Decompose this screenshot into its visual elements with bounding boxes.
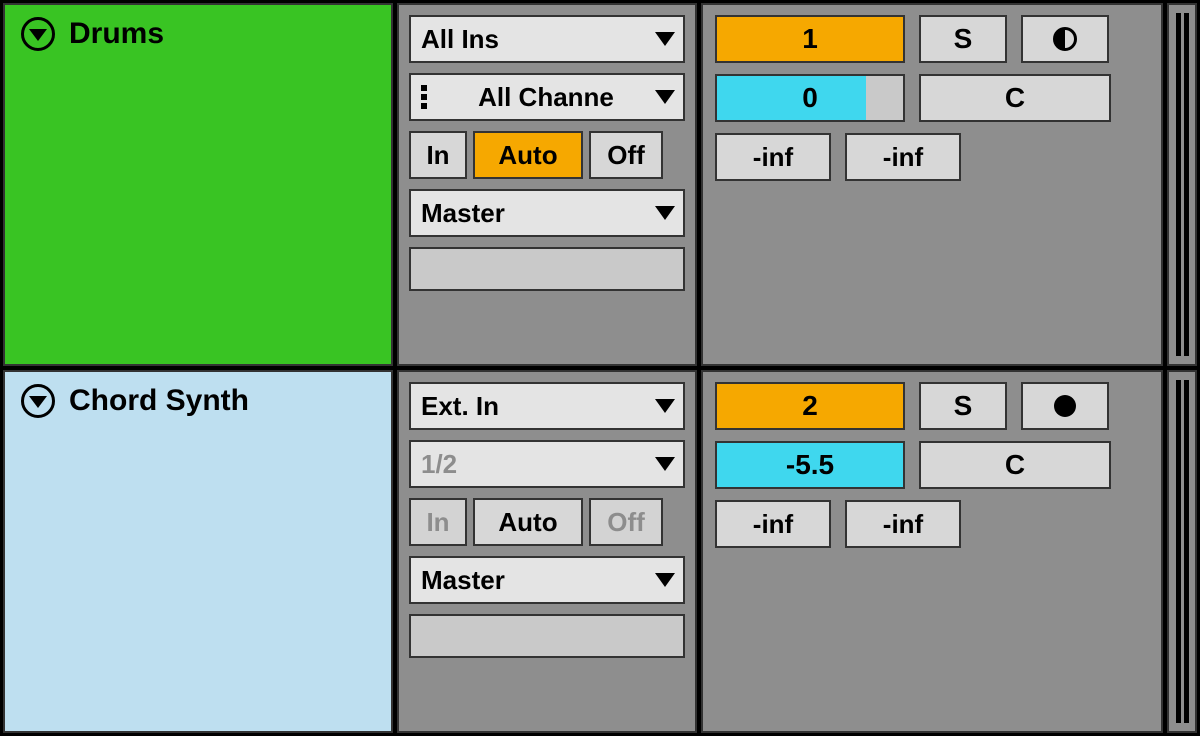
- chevron-down-icon: [655, 573, 675, 587]
- output-channel-slot[interactable]: [409, 614, 685, 658]
- sends-row: -inf -inf: [715, 500, 1149, 548]
- track-row: Drums All Ins All Channe In Auto Off Mas…: [3, 3, 1197, 366]
- input-channel-dropdown[interactable]: All Channe: [409, 73, 685, 121]
- monitor-off-button[interactable]: Off: [589, 498, 663, 546]
- chevron-down-icon: [655, 206, 675, 220]
- output-channel-slot[interactable]: [409, 247, 685, 291]
- output-label: Master: [421, 198, 505, 229]
- track-name-label[interactable]: Chord Synth: [69, 384, 249, 418]
- monitor-auto-button[interactable]: Auto: [473, 498, 583, 546]
- sends-row: -inf -inf: [715, 133, 1149, 181]
- cue-button[interactable]: C: [919, 441, 1111, 489]
- input-channel-dropdown[interactable]: 1/2: [409, 440, 685, 488]
- track-name-label[interactable]: Drums: [69, 17, 164, 51]
- track-activator-button[interactable]: 1: [715, 15, 905, 63]
- send-a-knob[interactable]: -inf: [715, 500, 831, 548]
- fold-toggle[interactable]: [21, 17, 55, 51]
- chevron-down-icon: [29, 29, 47, 41]
- volume-display[interactable]: 0: [715, 74, 905, 122]
- arm-record-button[interactable]: [1021, 382, 1109, 430]
- track-header[interactable]: Chord Synth: [3, 370, 393, 733]
- solo-button[interactable]: S: [919, 15, 1007, 63]
- chevron-down-icon: [655, 90, 675, 104]
- mixer-row-top: 2 S: [715, 382, 1149, 430]
- tracks-container: Drums All Ins All Channe In Auto Off Mas…: [0, 0, 1200, 736]
- volume-value: -5.5: [786, 449, 834, 481]
- input-type-dropdown[interactable]: Ext. In: [409, 382, 685, 430]
- record-icon: [1053, 27, 1077, 51]
- track-header[interactable]: Drums: [3, 3, 393, 366]
- chevron-down-icon: [655, 32, 675, 46]
- meter-bar: [1184, 380, 1189, 723]
- input-channel-label: All Channe: [478, 82, 614, 113]
- mixer-row-vol: 0 C: [715, 74, 1149, 122]
- track-activator-button[interactable]: 2: [715, 382, 905, 430]
- monitor-in-button[interactable]: In: [409, 498, 467, 546]
- volume-value: 0: [802, 82, 818, 114]
- send-a-knob[interactable]: -inf: [715, 133, 831, 181]
- monitor-auto-button[interactable]: Auto: [473, 131, 583, 179]
- monitor-in-button[interactable]: In: [409, 131, 467, 179]
- mixer-panel: 1 S 0 C -inf -inf: [701, 3, 1163, 366]
- output-dropdown[interactable]: Master: [409, 189, 685, 237]
- io-panel: Ext. In 1/2 In Auto Off Master: [397, 370, 697, 733]
- midi-port-icon: [421, 85, 431, 109]
- meter-bar: [1176, 13, 1181, 356]
- solo-button[interactable]: S: [919, 382, 1007, 430]
- send-b-knob[interactable]: -inf: [845, 500, 961, 548]
- input-type-dropdown[interactable]: All Ins: [409, 15, 685, 63]
- arm-record-button[interactable]: [1021, 15, 1109, 63]
- input-type-label: Ext. In: [421, 391, 499, 422]
- cue-button[interactable]: C: [919, 74, 1111, 122]
- meter-bar: [1184, 13, 1189, 356]
- volume-display[interactable]: -5.5: [715, 441, 905, 489]
- output-dropdown[interactable]: Master: [409, 556, 685, 604]
- send-b-knob[interactable]: -inf: [845, 133, 961, 181]
- io-panel: All Ins All Channe In Auto Off Master: [397, 3, 697, 366]
- meter-bar: [1176, 380, 1181, 723]
- record-icon: [1054, 395, 1076, 417]
- volume-bg: [866, 76, 903, 120]
- track-row: Chord Synth Ext. In 1/2 In Auto Off Mast…: [3, 370, 1197, 733]
- mixer-row-top: 1 S: [715, 15, 1149, 63]
- input-channel-label: 1/2: [421, 449, 457, 480]
- fold-toggle[interactable]: [21, 384, 55, 418]
- mixer-panel: 2 S -5.5 C -inf -inf: [701, 370, 1163, 733]
- monitor-off-button[interactable]: Off: [589, 131, 663, 179]
- input-type-label: All Ins: [421, 24, 499, 55]
- level-meter: [1167, 3, 1197, 366]
- chevron-down-icon: [29, 396, 47, 408]
- monitor-buttons: In Auto Off: [409, 498, 685, 546]
- chevron-down-icon: [655, 399, 675, 413]
- chevron-down-icon: [655, 457, 675, 471]
- mixer-row-vol: -5.5 C: [715, 441, 1149, 489]
- monitor-buttons: In Auto Off: [409, 131, 685, 179]
- level-meter: [1167, 370, 1197, 733]
- output-label: Master: [421, 565, 505, 596]
